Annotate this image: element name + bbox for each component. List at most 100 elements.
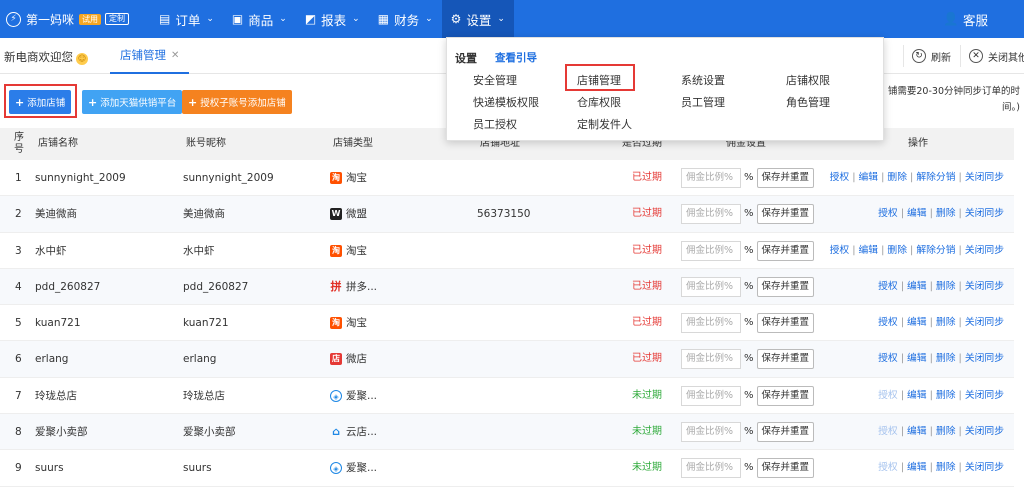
op-link[interactable]: 编辑: [907, 426, 927, 437]
ops-separator: |: [900, 389, 904, 401]
menu-staff-management[interactable]: 员工管理: [681, 94, 725, 110]
save-reset-button[interactable]: 保存并重置: [756, 204, 815, 225]
notice-line-1: 铺需要20-30分钟同步订单的时: [887, 86, 1020, 97]
op-link[interactable]: 删除: [887, 172, 907, 183]
view-guide-link[interactable]: 查看引导: [495, 50, 537, 65]
auth-sub-account-button[interactable]: + 授权子账号添加店铺: [182, 90, 292, 114]
save-reset-button[interactable]: 保存并重置: [756, 385, 815, 406]
op-link[interactable]: 关闭同步: [965, 172, 1004, 183]
op-link[interactable]: 授权: [830, 245, 850, 256]
commission-input[interactable]: 佣金比例%: [681, 168, 741, 188]
row-operations: 授权 | 编辑 | 删除 | 关闭同步: [878, 450, 1004, 486]
op-link[interactable]: 编辑: [907, 390, 927, 401]
nav-settings[interactable]: ⚙ 设置 ⌄: [441, 0, 514, 38]
op-link[interactable]: 删除: [936, 208, 956, 219]
op-link[interactable]: 关闭同步: [965, 317, 1004, 328]
op-link[interactable]: 删除: [936, 426, 956, 437]
save-reset-button[interactable]: 保存并重置: [756, 422, 815, 443]
plus-icon: +: [88, 95, 98, 109]
percent-sign: %: [744, 389, 754, 401]
menu-warehouse-permission[interactable]: 仓库权限: [577, 94, 621, 110]
op-link[interactable]: 解除分销: [916, 245, 955, 256]
op-link[interactable]: 解除分销: [916, 172, 955, 183]
op-link[interactable]: 编辑: [907, 353, 927, 364]
welcome-text: 新电商欢迎您 ☺: [4, 49, 88, 65]
op-link[interactable]: 授权: [878, 317, 898, 328]
tab-shop-management[interactable]: 店铺管理 ✕: [110, 38, 190, 74]
row-no: 4: [15, 280, 22, 293]
customer-service[interactable]: 👤 客服: [943, 0, 988, 38]
commission-input[interactable]: 佣金比例%: [681, 458, 741, 479]
op-link[interactable]: 关闭同步: [965, 281, 1004, 292]
table-row: 9 suurs suurs ◈ 爱聚... 未过期 佣金比例%% 保存并重置 授权 | 编辑 | 删除 |…: [0, 450, 1014, 487]
menu-shop-permission[interactable]: 店铺权限: [786, 72, 830, 88]
nav-finance[interactable]: ▦ 财务 ⌄: [369, 0, 442, 38]
op-link[interactable]: 关闭同步: [965, 353, 1004, 364]
welcome-label: 新电商欢迎您: [4, 50, 73, 64]
commission-input[interactable]: 佣金比例%: [681, 240, 741, 261]
op-link[interactable]: 授权: [830, 172, 850, 183]
commission-input[interactable]: 佣金比例%: [681, 422, 741, 443]
ops-separator: |: [852, 172, 856, 183]
commission-input[interactable]: 佣金比例%: [681, 276, 741, 297]
op-link[interactable]: 编辑: [907, 462, 927, 473]
account-name: 水中虾: [183, 244, 215, 257]
op-link[interactable]: 授权: [878, 208, 898, 219]
menu-custom-sender[interactable]: 定制发件人: [577, 116, 632, 132]
nav-order[interactable]: ▤ 订单 ⌄: [150, 0, 223, 38]
op-link[interactable]: 授权: [878, 462, 898, 473]
shop-type: 淘淘宝: [330, 160, 367, 196]
op-link[interactable]: 编辑: [907, 281, 927, 292]
ops-separator: |: [900, 317, 904, 329]
commission-input[interactable]: 佣金比例%: [681, 204, 741, 225]
add-supply-button[interactable]: + 添加天猫供销平台: [82, 90, 183, 114]
shop-type: W 微盟: [330, 196, 367, 232]
menu-express-template[interactable]: 快递模板权限: [473, 94, 539, 110]
ops-separator: |: [881, 244, 885, 256]
close-icon[interactable]: ✕: [171, 50, 179, 61]
op-link[interactable]: 编辑: [907, 317, 927, 328]
close-others-button[interactable]: ✕ 关闭其他: [960, 45, 1024, 67]
op-link[interactable]: 授权: [878, 281, 898, 292]
op-link[interactable]: 编辑: [907, 208, 927, 219]
op-link[interactable]: 删除: [936, 353, 956, 364]
nav-report[interactable]: ◩ 报表 ⌄: [296, 0, 369, 38]
op-link[interactable]: 删除: [936, 390, 956, 401]
save-reset-button[interactable]: 保存并重置: [756, 168, 815, 188]
menu-role-management[interactable]: 角色管理: [786, 94, 830, 110]
refresh-button[interactable]: ↻ 刷新: [903, 45, 951, 67]
commission-input[interactable]: 佣金比例%: [681, 313, 741, 334]
shop-type: ◈ 爱聚...: [330, 450, 377, 486]
op-link[interactable]: 关闭同步: [965, 208, 1004, 219]
menu-system-settings[interactable]: 系统设置: [681, 72, 725, 88]
op-link[interactable]: 删除: [887, 245, 907, 256]
save-reset-button[interactable]: 保存并重置: [756, 313, 815, 334]
save-reset-button[interactable]: 保存并重置: [756, 276, 815, 297]
op-link[interactable]: 删除: [936, 317, 956, 328]
op-link[interactable]: 删除: [936, 462, 956, 473]
row-no: 6: [15, 353, 22, 366]
op-link[interactable]: 授权: [878, 390, 898, 401]
op-link[interactable]: 关闭同步: [965, 426, 1004, 437]
commission-input[interactable]: 佣金比例%: [681, 385, 741, 406]
trial-badge: 试用: [79, 13, 102, 25]
custom-badge: 定制: [105, 13, 130, 25]
row-no: 2: [15, 208, 22, 221]
nav-product[interactable]: ▣ 商品 ⌄: [223, 0, 296, 38]
save-reset-button[interactable]: 保存并重置: [756, 458, 815, 479]
menu-staff-authorization[interactable]: 员工授权: [473, 116, 517, 132]
save-reset-button[interactable]: 保存并重置: [756, 240, 815, 261]
op-link[interactable]: 授权: [878, 426, 898, 437]
op-link[interactable]: 关闭同步: [965, 462, 1004, 473]
op-link[interactable]: 编辑: [859, 245, 879, 256]
brand[interactable]: ⚡ 第一妈咪 试用 定制: [0, 11, 150, 28]
commission-input[interactable]: 佣金比例%: [681, 349, 741, 370]
op-link[interactable]: 删除: [936, 281, 956, 292]
op-link[interactable]: 关闭同步: [965, 390, 1004, 401]
op-link[interactable]: 编辑: [859, 172, 879, 183]
op-link[interactable]: 授权: [878, 353, 898, 364]
shop-name: suurs: [35, 462, 64, 475]
save-reset-button[interactable]: 保存并重置: [756, 349, 815, 370]
menu-security[interactable]: 安全管理: [473, 72, 517, 88]
op-link[interactable]: 关闭同步: [965, 245, 1004, 256]
